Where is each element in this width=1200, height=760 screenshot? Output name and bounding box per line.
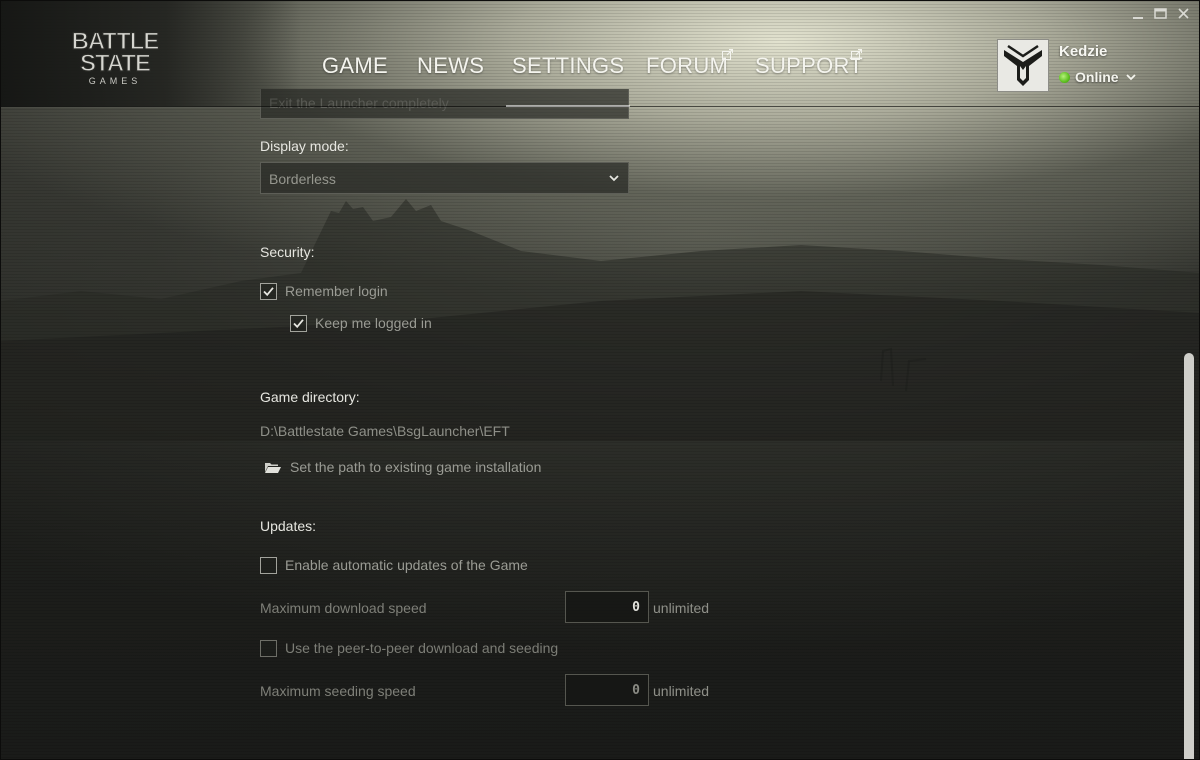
- checkmark-icon: [293, 319, 304, 329]
- launcher-window: BATTLE STATE GAMES GAME NEWS SETTINGS FO…: [0, 0, 1200, 760]
- game-directory-label: Game directory:: [260, 389, 360, 405]
- max-seeding-unit: unlimited: [653, 683, 710, 699]
- nav-settings-label: SETTINGS: [512, 53, 625, 78]
- battlestate-games-logo[interactable]: BATTLE STATE GAMES: [59, 27, 171, 89]
- nav-game-label: GAME: [322, 53, 388, 78]
- max-download-input[interactable]: 0: [565, 591, 649, 623]
- nav-support-label: SUPPORT: [755, 53, 864, 78]
- remember-login-row[interactable]: Remember login: [260, 283, 460, 301]
- p2p-label: Use the peer-to-peer download and seedin…: [285, 640, 559, 656]
- scrollbar[interactable]: [1182, 353, 1196, 759]
- online-status-dot: [1059, 72, 1070, 83]
- nav-forum-label: FORUM: [646, 53, 729, 78]
- username: Kedzie: [1059, 43, 1108, 60]
- nav-support[interactable]: SUPPORT: [755, 49, 864, 81]
- nav-news[interactable]: NEWS: [417, 53, 484, 81]
- svg-text:STATE: STATE: [80, 50, 151, 77]
- faction-emblem-icon: [1004, 44, 1042, 86]
- window-controls: [1133, 8, 1189, 19]
- auto-updates-row[interactable]: Enable automatic updates of the Game: [260, 557, 580, 575]
- game-directory-path: D:\Battlestate Games\BsgLauncher\EFT: [260, 423, 510, 439]
- close-icon[interactable]: [1178, 8, 1189, 19]
- auto-updates-checkbox[interactable]: [260, 557, 277, 574]
- display-mode-select[interactable]: Borderless: [260, 162, 629, 194]
- svg-text:GAMES: GAMES: [89, 76, 142, 86]
- remember-login-label: Remember login: [285, 283, 388, 299]
- nav-game[interactable]: GAME: [322, 53, 388, 81]
- chevron-down-icon[interactable]: [1125, 72, 1137, 82]
- max-download-unit: unlimited: [653, 600, 710, 616]
- top-bar: BATTLE STATE GAMES GAME NEWS SETTINGS FO…: [1, 1, 1199, 107]
- nav-settings[interactable]: SETTINGS: [505, 53, 631, 107]
- max-seeding-input[interactable]: 0: [565, 674, 649, 706]
- display-mode-label: Display mode:: [260, 138, 349, 154]
- updates-label: Updates:: [260, 518, 317, 534]
- checkmark-icon: [263, 287, 274, 297]
- nav-forum[interactable]: FORUM: [646, 49, 733, 81]
- folder-open-icon: [265, 463, 281, 473]
- max-seeding-value: 0: [632, 683, 640, 698]
- p2p-checkbox[interactable]: [260, 640, 277, 657]
- keep-logged-in-row[interactable]: Keep me logged in: [290, 315, 490, 333]
- user-profile[interactable]: Kedzie Online: [997, 39, 1167, 93]
- external-link-icon: [722, 49, 733, 60]
- remember-login-checkbox[interactable]: [260, 283, 277, 300]
- chevron-down-icon: [609, 175, 619, 182]
- keep-logged-in-label: Keep me logged in: [315, 315, 432, 331]
- max-seeding-label: Maximum seeding speed: [260, 683, 416, 699]
- external-link-icon: [851, 49, 862, 60]
- avatar[interactable]: [997, 39, 1049, 92]
- status-text[interactable]: Online: [1075, 69, 1119, 85]
- security-label: Security:: [260, 244, 315, 260]
- max-download-value: 0: [632, 600, 640, 615]
- set-path-label: Set the path to existing game installati…: [290, 459, 542, 475]
- maximize-icon[interactable]: [1154, 8, 1167, 19]
- settings-panel: Exit the Launcher completely Display mod…: [1, 1, 1199, 759]
- max-download-label: Maximum download speed: [260, 600, 427, 616]
- scrollbar-thumb[interactable]: [1184, 353, 1194, 759]
- minimize-icon[interactable]: [1133, 17, 1143, 19]
- keep-logged-in-checkbox[interactable]: [290, 315, 307, 332]
- auto-updates-label: Enable automatic updates of the Game: [285, 557, 528, 573]
- p2p-row[interactable]: Use the peer-to-peer download and seedin…: [260, 640, 620, 658]
- display-mode-value: Borderless: [269, 171, 336, 187]
- nav-news-label: NEWS: [417, 53, 485, 78]
